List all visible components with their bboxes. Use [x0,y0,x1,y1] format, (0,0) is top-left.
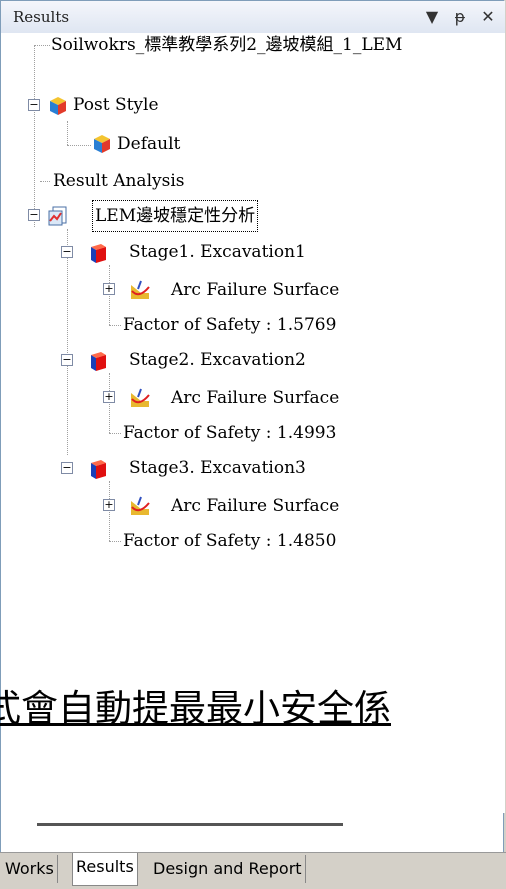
cube-style-icon [94,135,110,153]
tree-line [34,45,50,46]
red-cube-icon [91,460,106,479]
arc-failure-icon [131,388,150,407]
tab-works[interactable]: Works [2,855,58,883]
tree-line [109,325,121,326]
bottom-tab-bar: Works Results Design and Report [0,852,506,889]
tree-line [40,181,50,182]
tree-item-arc-failure[interactable]: Arc Failure Surface [171,383,339,413]
tree-line [67,121,68,145]
collapse-icon[interactable]: − [28,209,40,221]
tree-root-label[interactable]: Soilwokrs_標準教學系列2_邊坡模組_1_LEM [51,33,402,60]
tree-item-factor-of-safety[interactable]: Factor of Safety : 1.4850 [123,526,336,556]
arc-failure-icon [131,496,150,515]
chart-analysis-icon [48,206,67,226]
tab-results[interactable]: Results [72,853,138,886]
overlay-caption: 式會自動提最最小安全係 [0,687,391,730]
tree-line [109,481,110,541]
tree-item-stage[interactable]: Stage1. Excavation1 [129,237,306,267]
tree-item-post-style[interactable]: Post Style [73,90,159,120]
collapse-icon[interactable]: − [61,354,73,366]
horizontal-scrollbar[interactable] [37,823,343,826]
cube-style-icon [50,97,66,115]
tree-line [109,373,110,433]
red-cube-icon [91,244,106,263]
tree-line [109,541,121,542]
tree-item-default[interactable]: Default [117,129,180,159]
arc-failure-icon [131,280,150,299]
tree-item-result-analysis[interactable]: Result Analysis [53,166,185,196]
panel-title-bar: Results ▼ ᵽ ✕ [1,1,505,34]
dropdown-icon[interactable]: ▼ [421,6,443,28]
red-cube-icon [91,352,106,371]
expand-icon[interactable]: + [103,283,115,295]
tree-item-stage[interactable]: Stage2. Excavation2 [129,345,306,375]
tree-line [34,45,35,227]
collapse-icon[interactable]: − [61,246,73,258]
tab-design-and-report[interactable]: Design and Report [150,855,306,883]
tree-item-lem[interactable]: LEM邊坡穩定性分析 [91,200,259,232]
tree-line [67,145,91,146]
tree-line [109,433,121,434]
tree-item-factor-of-safety[interactable]: Factor of Safety : 1.5769 [123,310,336,340]
tree-item-factor-of-safety[interactable]: Factor of Safety : 1.4993 [123,418,336,448]
expand-icon[interactable]: + [103,391,115,403]
close-icon[interactable]: ✕ [477,6,499,28]
pin-icon[interactable]: ᵽ [449,6,471,28]
results-panel: Results ▼ ᵽ ✕ Soilwokrs_標準教學系列2_邊坡模組_1_L… [0,0,505,888]
tree-item-arc-failure[interactable]: Arc Failure Surface [171,491,339,521]
tree-line [67,229,68,455]
tree-item-stage[interactable]: Stage3. Excavation3 [129,453,306,483]
expand-icon[interactable]: + [103,499,115,511]
collapse-icon[interactable]: − [28,99,40,111]
panel-title: Results [13,8,70,26]
collapse-icon[interactable]: − [61,462,73,474]
tree-item-arc-failure[interactable]: Arc Failure Surface [171,275,339,305]
tree-line [109,265,110,325]
